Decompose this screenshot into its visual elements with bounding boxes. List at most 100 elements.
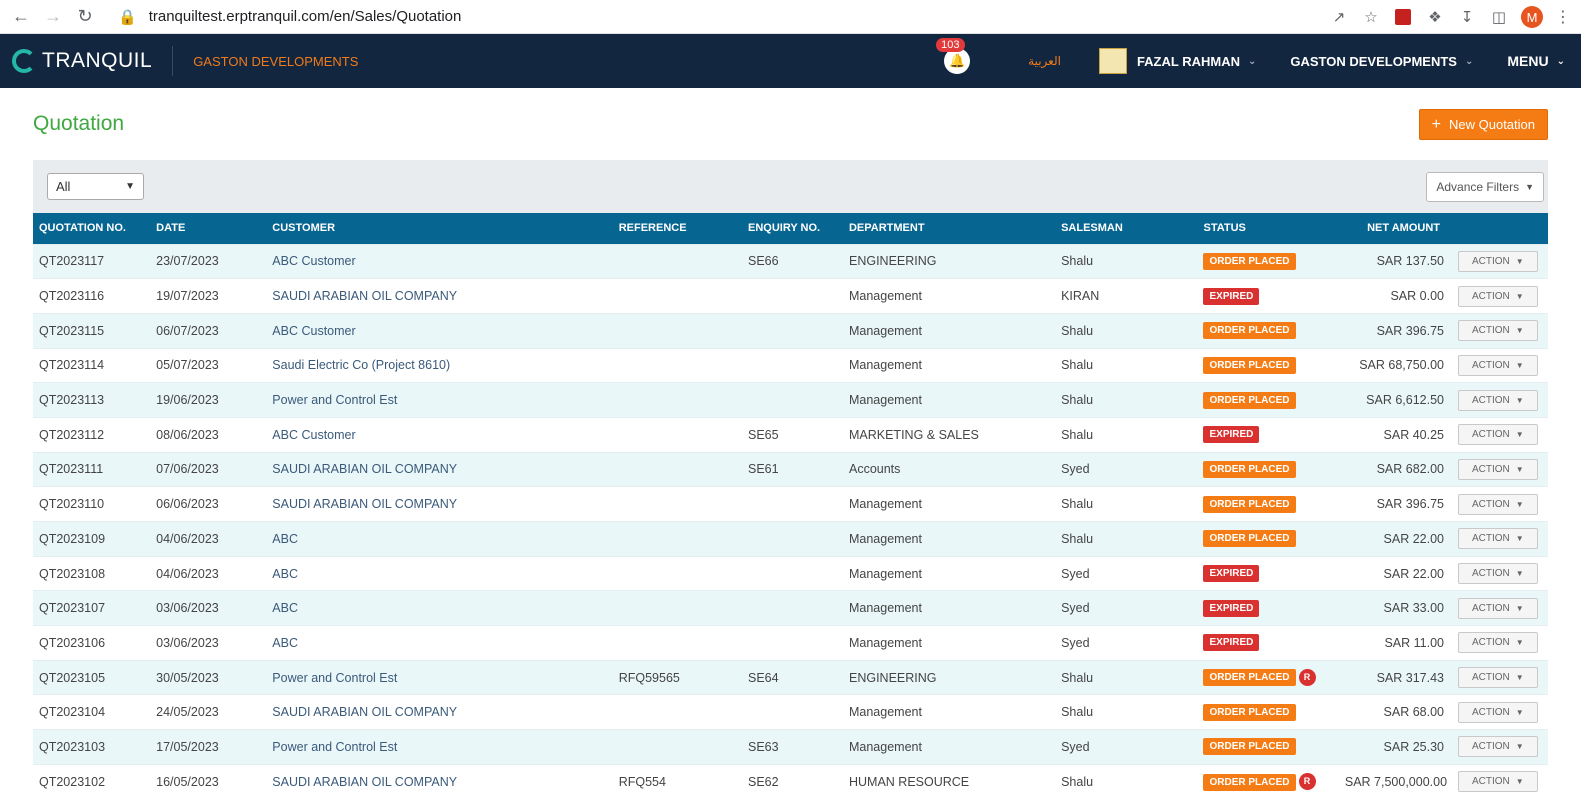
column-header[interactable]: SALESMAN [1055, 213, 1198, 244]
quotation-no-cell[interactable]: QT2023114 [33, 347, 151, 383]
action-dropdown-button[interactable]: ACTION ▼ [1457, 320, 1538, 342]
table-row[interactable]: QT2023116 19/07/2023 SAUDI ARABIAN OIL COM… [33, 278, 1548, 314]
customer-cell[interactable]: Power and Control Est [266, 659, 613, 695]
table-row[interactable]: QT2023114 05/07/2023 Saudi Electric Co (Pr… [33, 347, 1548, 383]
column-header[interactable]: REFERENCE [612, 213, 742, 244]
company-switcher[interactable]: GASTON DEVELOPMENTS ⌄ [1290, 54, 1473, 69]
new-quotation-button[interactable]: + New Quotation [1418, 108, 1548, 140]
quotation-no-cell[interactable]: QT2023104 [33, 694, 151, 730]
action-dropdown-button[interactable]: ACTION ▼ [1457, 528, 1538, 550]
enquiry-no-cell: SE65 [741, 416, 843, 453]
forward-arrow-icon[interactable]: → [42, 6, 64, 28]
table-row[interactable]: QT2023113 19/06/2023 Power and Control Est… [33, 382, 1548, 418]
action-dropdown-button[interactable]: ACTION ▼ [1457, 354, 1538, 376]
revision-badge[interactable]: R [1298, 773, 1316, 790]
quotation-no-cell[interactable]: QT2023108 [33, 555, 151, 591]
customer-cell[interactable]: Power and Control Est [266, 729, 613, 765]
customer-cell[interactable]: ABC [266, 590, 613, 626]
reload-icon[interactable]: ↻ [74, 6, 96, 28]
star-icon[interactable]: ☆ [1361, 7, 1381, 27]
table-row[interactable]: QT2023108 04/06/2023 ABC Management Syed EXPI… [33, 555, 1548, 591]
app-logo[interactable]: TRANQUIL [12, 49, 152, 73]
table-row[interactable]: QT2023110 06/06/2023 SAUDI ARABIAN OIL COM… [33, 486, 1548, 522]
quotation-no-cell[interactable]: QT2023112 [33, 416, 151, 453]
share-icon[interactable]: ↗ [1329, 7, 1349, 27]
column-header[interactable]: DATE [150, 213, 267, 244]
status-filter-select[interactable]: All ▼ [47, 173, 144, 200]
action-dropdown-button[interactable]: ACTION ▼ [1457, 667, 1538, 689]
quotation-no-cell[interactable]: QT2023115 [33, 312, 151, 349]
action-dropdown-button[interactable]: ACTION ▼ [1457, 424, 1538, 446]
customer-cell[interactable]: ABC Customer [266, 312, 613, 349]
quotation-no-cell[interactable]: QT2023103 [33, 729, 151, 765]
action-dropdown-button[interactable]: ACTION ▼ [1457, 285, 1538, 307]
advance-filters-button[interactable]: Advance Filters ▼ [1426, 171, 1544, 202]
main-menu-button[interactable]: MENU ⌄ [1507, 53, 1565, 69]
action-dropdown-button[interactable]: ACTION ▼ [1457, 458, 1538, 480]
action-dropdown-button[interactable]: ACTION ▼ [1457, 701, 1538, 723]
customer-cell[interactable]: ABC [266, 521, 613, 557]
enquiry-no-cell [741, 590, 843, 626]
customer-cell[interactable]: SAUDI ARABIAN OIL COMPANY [266, 694, 613, 730]
column-header[interactable]: DEPARTMENT [842, 213, 1056, 244]
quotation-no-cell[interactable]: QT2023117 [33, 243, 151, 279]
more-options-icon[interactable]: ⋮ [1555, 7, 1571, 27]
table-row[interactable]: QT2023102 16/05/2023 SAUDI ARABIAN OIL COM… [33, 763, 1548, 799]
user-menu[interactable]: FAZAL RAHMAN ⌄ [1137, 54, 1256, 69]
quotation-no-cell[interactable]: QT2023113 [33, 382, 151, 418]
customer-cell[interactable]: SAUDI ARABIAN OIL COMPANY [266, 451, 613, 487]
customer-cell[interactable]: SAUDI ARABIAN OIL COMPANY [266, 278, 613, 314]
customer-cell[interactable]: ABC [266, 625, 613, 661]
customer-cell[interactable]: Saudi Electric Co (Project 8610) [266, 347, 613, 383]
customer-cell[interactable]: Power and Control Est [266, 382, 613, 418]
action-dropdown-button[interactable]: ACTION ▼ [1457, 563, 1538, 585]
table-row[interactable]: QT2023111 07/06/2023 SAUDI ARABIAN OIL COM… [33, 451, 1548, 487]
profile-avatar[interactable]: M [1521, 6, 1543, 28]
table-row[interactable]: QT2023115 06/07/2023 ABC Customer Managemen… [33, 312, 1548, 349]
caret-down-icon: ▼ [1515, 256, 1524, 266]
quotation-no-cell[interactable]: QT2023105 [33, 659, 151, 695]
customer-cell[interactable]: SAUDI ARABIAN OIL COMPANY [266, 486, 613, 522]
notifications-button[interactable]: 103 🔔 [936, 38, 971, 74]
action-dropdown-button[interactable]: ACTION ▼ [1457, 493, 1538, 515]
action-dropdown-button[interactable]: ACTION ▼ [1457, 771, 1538, 793]
customer-cell[interactable]: ABC Customer [266, 416, 613, 453]
table-row[interactable]: QT2023109 04/06/2023 ABC Management Shalu ORD… [33, 521, 1548, 557]
back-arrow-icon[interactable]: ← [10, 6, 32, 28]
column-header[interactable]: CUSTOMER [266, 213, 613, 244]
action-dropdown-button[interactable]: ACTION ▼ [1457, 632, 1538, 654]
quotation-no-cell[interactable]: QT2023107 [33, 590, 151, 626]
quotation-no-cell[interactable]: QT2023102 [33, 763, 151, 799]
customer-cell[interactable]: ABC Customer [266, 243, 613, 279]
pdf-extension-icon[interactable] [1393, 7, 1413, 27]
address-bar[interactable]: 🔒 tranquiltest.erptranquil.com/en/Sales/… [118, 8, 461, 26]
column-header[interactable]: NET AMOUNT [1338, 213, 1452, 244]
sidepanel-icon[interactable]: ◫ [1489, 7, 1509, 27]
action-dropdown-button[interactable]: ACTION ▼ [1457, 250, 1538, 272]
table-row[interactable]: QT2023106 03/06/2023 ABC Management Syed EXPI… [33, 625, 1548, 661]
column-header[interactable]: QUOTATION NO. [33, 213, 151, 244]
column-header[interactable]: ENQUIRY NO. [741, 213, 843, 244]
revision-badge[interactable]: R [1298, 668, 1316, 686]
quotation-no-cell[interactable]: QT2023110 [33, 486, 151, 522]
table-row[interactable]: QT2023103 17/05/2023 Power and Control Est… [33, 729, 1548, 765]
column-header[interactable]: STATUS [1197, 213, 1339, 244]
quotation-no-cell[interactable]: QT2023111 [33, 451, 151, 487]
language-switch-link[interactable]: العربية [1028, 54, 1061, 68]
table-row[interactable]: QT2023117 23/07/2023 ABC Customer SE66 ENGIN… [33, 243, 1548, 279]
table-row[interactable]: QT2023105 30/05/2023 Power and Control Est… [33, 659, 1548, 695]
customer-cell[interactable]: SAUDI ARABIAN OIL COMPANY [266, 763, 613, 799]
puzzle-extensions-icon[interactable]: ❖ [1425, 7, 1445, 27]
action-dropdown-button[interactable]: ACTION ▼ [1457, 736, 1538, 758]
quotation-no-cell[interactable]: QT2023116 [33, 278, 151, 314]
action-dropdown-button[interactable]: ACTION ▼ [1457, 597, 1538, 619]
table-row[interactable]: QT2023107 03/06/2023 ABC Management Syed EXPI… [33, 590, 1548, 626]
table-row[interactable]: QT2023112 08/06/2023 ABC Customer SE65 MARKE… [33, 416, 1548, 453]
download-icon[interactable]: ↧ [1457, 7, 1477, 27]
customer-cell[interactable]: ABC [266, 555, 613, 591]
action-label: ACTION [1471, 602, 1510, 614]
action-dropdown-button[interactable]: ACTION ▼ [1457, 389, 1538, 411]
quotation-no-cell[interactable]: QT2023109 [33, 521, 151, 557]
quotation-no-cell[interactable]: QT2023106 [33, 625, 151, 661]
table-row[interactable]: QT2023104 24/05/2023 SAUDI ARABIAN OIL COM… [33, 694, 1548, 730]
